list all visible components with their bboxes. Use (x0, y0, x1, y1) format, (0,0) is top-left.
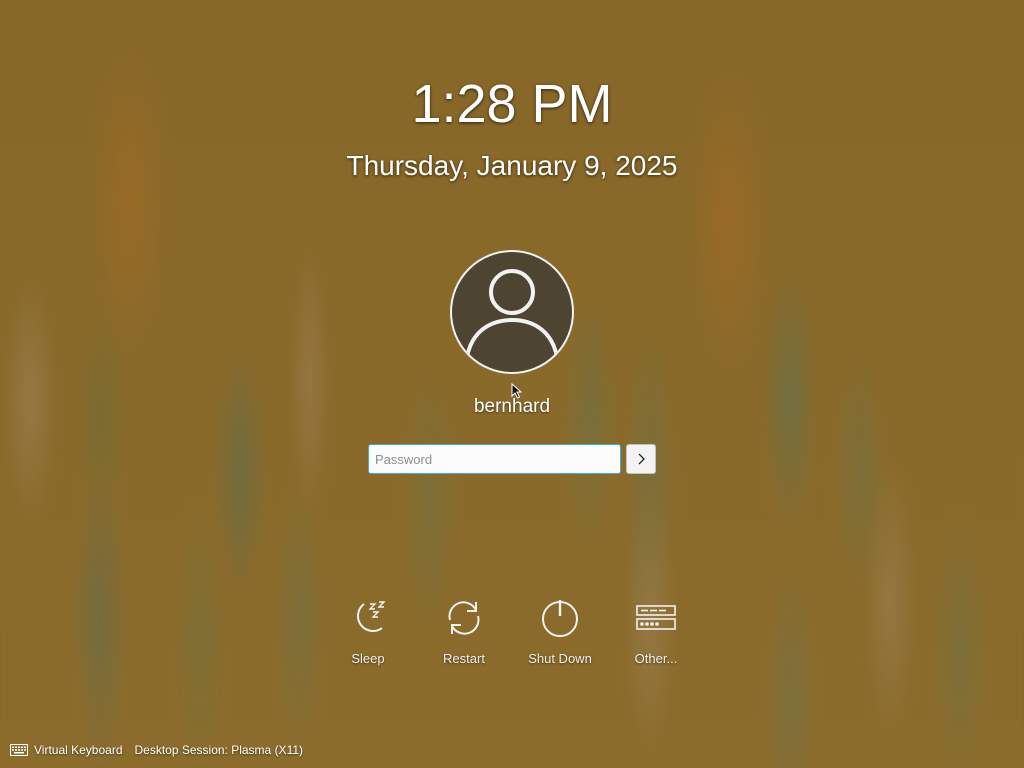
sleep-label: Sleep (351, 651, 385, 666)
power-icon (542, 600, 578, 637)
other-users-button[interactable]: Other... (608, 598, 704, 672)
other-users-label: Other... (634, 651, 678, 666)
mouse-cursor-icon (511, 383, 523, 399)
keyboard-icon (10, 744, 28, 756)
clock: 1:28 PM (411, 74, 613, 134)
login-submit-button[interactable] (626, 444, 656, 474)
shutdown-button[interactable]: Shut Down (512, 598, 608, 672)
virtual-keyboard-label: Virtual Keyboard (34, 743, 123, 757)
user-avatar[interactable] (450, 250, 574, 374)
desktop-session-selector[interactable]: Desktop Session: Plasma (X11) (135, 743, 304, 757)
virtual-keyboard-button[interactable]: Virtual Keyboard (10, 743, 123, 757)
restart-icon (448, 601, 480, 635)
chevron-right-icon (638, 453, 645, 465)
date: Thursday, January 9, 2025 (346, 150, 678, 181)
password-input[interactable] (368, 444, 621, 474)
user-avatar-icon (464, 269, 560, 367)
shutdown-label: Shut Down (528, 651, 592, 666)
footer-bar: Virtual Keyboard Desktop Session: Plasma… (10, 740, 303, 760)
sleep-button[interactable]: Sleep (320, 598, 416, 672)
other-users-icon (636, 605, 676, 630)
restart-label: Restart (443, 651, 485, 666)
restart-button[interactable]: Restart (416, 598, 512, 672)
sleep-moon-icon (357, 601, 386, 632)
